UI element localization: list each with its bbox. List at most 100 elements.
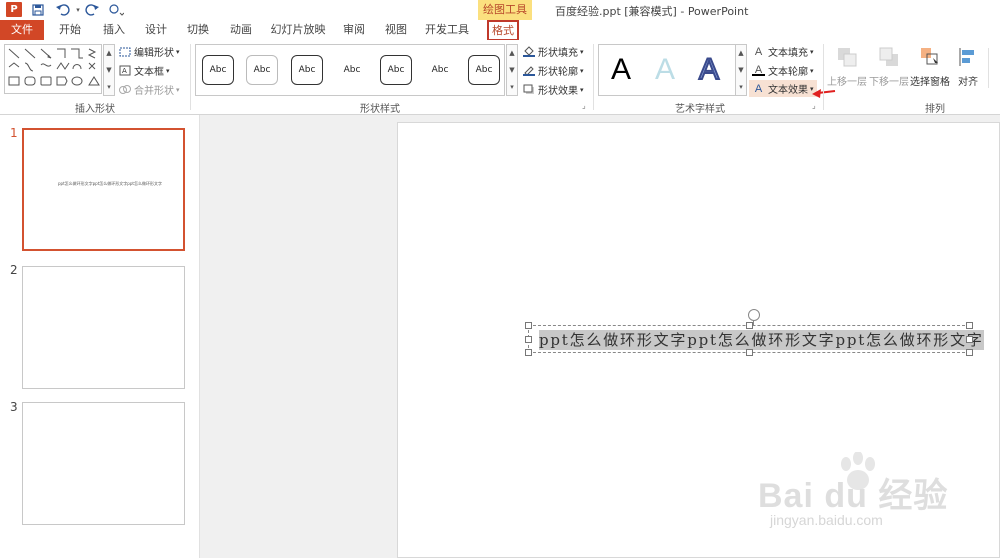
tab-view[interactable]: 视图 (378, 20, 414, 40)
watermark-url: jingyan.baidu.com (770, 512, 883, 528)
powerpoint-logo-icon: P (6, 2, 22, 17)
slide-number: 2 (10, 263, 18, 277)
slide-thumbnail[interactable] (22, 402, 185, 525)
expand-gallery-icon[interactable]: ▾ (107, 83, 111, 91)
dialog-launcher-icon[interactable]: ⌟ (582, 101, 586, 110)
slide-thumbnail[interactable]: ppt怎么做环形文字ppt怎么做环形文字ppt怎么做环形文字 (22, 128, 185, 251)
text-box-icon: A (118, 65, 131, 76)
paint-bucket-icon (522, 46, 535, 57)
text-outline-button[interactable]: A 文本轮廓 ▾ (752, 63, 814, 78)
bring-forward-icon (838, 48, 857, 67)
selection-pane-icon (921, 48, 938, 65)
shape-style-swatch[interactable]: Abc (336, 55, 368, 85)
scroll-down-icon[interactable]: ▼ (738, 66, 743, 74)
text-fill-label: 文本填充 (768, 48, 808, 59)
resize-handle[interactable] (966, 336, 973, 343)
tab-slideshow[interactable]: 幻灯片放映 (266, 20, 330, 40)
resize-handle[interactable] (525, 336, 532, 343)
tab-home[interactable]: 开始 (52, 20, 88, 40)
customize-quick-access-icon[interactable] (108, 2, 124, 18)
rotate-handle-icon[interactable] (748, 309, 760, 321)
merge-shapes-icon (118, 84, 131, 95)
tab-animations[interactable]: 动画 (223, 20, 259, 40)
redo-icon[interactable] (84, 2, 100, 18)
shape-style-swatch[interactable]: Abc (246, 55, 278, 85)
text-fill-icon: A (754, 45, 763, 58)
contextual-tab-group-label: 绘图工具 (478, 0, 532, 20)
dialog-launcher-icon[interactable]: ⌟ (812, 101, 816, 110)
text-outline-label: 文本轮廓 (768, 67, 808, 78)
shape-outline-label: 形状轮廓 (538, 67, 578, 78)
save-icon[interactable] (30, 2, 46, 18)
wordart-styles-gallery[interactable]: A A A (598, 44, 746, 96)
tab-file[interactable]: 文件 (0, 20, 44, 40)
slide-thumbnail[interactable] (22, 266, 185, 389)
text-effects-icon: A (754, 82, 763, 95)
resize-handle[interactable] (525, 349, 532, 356)
selection-pane-button[interactable]: 选择窗格 (909, 46, 951, 88)
shape-styles-gallery[interactable]: Abc Abc Abc Abc Abc Abc Abc (195, 44, 505, 96)
selected-text-box[interactable]: ppt怎么做环形文字ppt怎么做环形文字ppt怎么做环形文字 (525, 322, 984, 356)
slide-text[interactable]: ppt怎么做环形文字ppt怎么做环形文字ppt怎么做环形文字 (539, 330, 984, 350)
tab-transitions[interactable]: 切换 (180, 20, 216, 40)
shapes-gallery-scroll[interactable]: ▲ ▼ ▾ (103, 44, 115, 96)
title-bar: P ▾ 绘图工具 百度经验.ppt [兼容模式] - PowerPoint (0, 0, 1000, 20)
align-label: 对齐 (958, 77, 978, 88)
bring-forward-button[interactable]: 上移一层 (826, 46, 868, 88)
tab-format[interactable]: 格式 (487, 20, 519, 41)
shape-style-swatch[interactable]: Abc (291, 55, 323, 85)
text-fill-button[interactable]: A 文本填充 ▾ (752, 44, 814, 60)
shape-style-swatch[interactable]: Abc (380, 55, 412, 85)
wordart-swatch-light-blue[interactable]: A (655, 53, 675, 87)
chevron-down-icon: ▾ (810, 47, 814, 56)
edit-shape-button[interactable]: 编辑形状 ▾ (118, 44, 180, 59)
wordart-swatch-black[interactable]: A (611, 53, 631, 87)
window-title: 百度经验.ppt [兼容模式] - PowerPoint (555, 5, 749, 18)
shape-effects-label: 形状效果 (538, 86, 578, 97)
wordart-swatch-outline-blue[interactable]: A (698, 52, 720, 87)
slide-number: 3 (10, 400, 18, 414)
shape-effects-button[interactable]: 形状效果 ▾ (522, 82, 584, 97)
shape-fill-button[interactable]: 形状填充 ▾ (522, 44, 584, 59)
slide-number: 1 (10, 126, 18, 140)
scroll-down-icon[interactable]: ▼ (106, 66, 111, 74)
shape-style-swatch[interactable]: Abc (202, 55, 234, 85)
shapes-gallery[interactable] (4, 44, 102, 94)
edit-shape-icon (118, 46, 131, 57)
scroll-up-icon[interactable]: ▲ (738, 49, 743, 57)
overflow-group-icon[interactable] (988, 48, 1000, 88)
undo-icon[interactable] (55, 2, 71, 18)
align-button[interactable]: 对齐 (952, 46, 984, 88)
shape-outline-button[interactable]: 形状轮廓 ▾ (522, 63, 584, 78)
wordart-gallery-scroll[interactable]: ▲ ▼ ▾ (735, 44, 747, 96)
shape-style-swatch[interactable]: Abc (468, 55, 500, 85)
resize-handle[interactable] (746, 322, 753, 329)
resize-handle[interactable] (746, 349, 753, 356)
resize-handle[interactable] (525, 322, 532, 329)
shape-fill-label: 形状填充 (538, 48, 578, 59)
tab-review[interactable]: 审阅 (336, 20, 372, 40)
pen-icon (522, 65, 535, 76)
expand-gallery-icon[interactable]: ▾ (510, 83, 514, 91)
group-label-insert-shapes: 插入形状 (75, 104, 115, 115)
scroll-down-icon[interactable]: ▼ (509, 66, 514, 74)
group-separator (823, 44, 824, 110)
tab-developer[interactable]: 开发工具 (420, 20, 474, 40)
scroll-up-icon[interactable]: ▲ (509, 49, 514, 57)
resize-handle[interactable] (966, 322, 973, 329)
group-label-arrange: 排列 (925, 104, 945, 115)
shape-style-swatch[interactable]: Abc (424, 55, 456, 85)
resize-handle[interactable] (966, 349, 973, 356)
scroll-up-icon[interactable]: ▲ (106, 49, 111, 57)
shape-styles-scroll[interactable]: ▲ ▼ ▾ (506, 44, 518, 96)
tab-design[interactable]: 设计 (138, 20, 174, 40)
merge-shapes-label: 合并形状 (134, 86, 174, 97)
group-label-wordart-styles: 艺术字样式 (675, 104, 725, 115)
thumbnail-text: ppt怎么做环形文字ppt怎么做环形文字ppt怎么做环形文字 (58, 181, 162, 186)
expand-gallery-icon[interactable]: ▾ (739, 83, 743, 91)
merge-shapes-button[interactable]: 合并形状 ▾ (118, 82, 180, 97)
tab-insert[interactable]: 插入 (96, 20, 132, 40)
text-effects-button[interactable]: A 文本效果 ▾ (749, 80, 817, 97)
send-backward-button[interactable]: 下移一层 (868, 46, 910, 88)
text-box-button[interactable]: A 文本框 ▾ (118, 63, 170, 78)
